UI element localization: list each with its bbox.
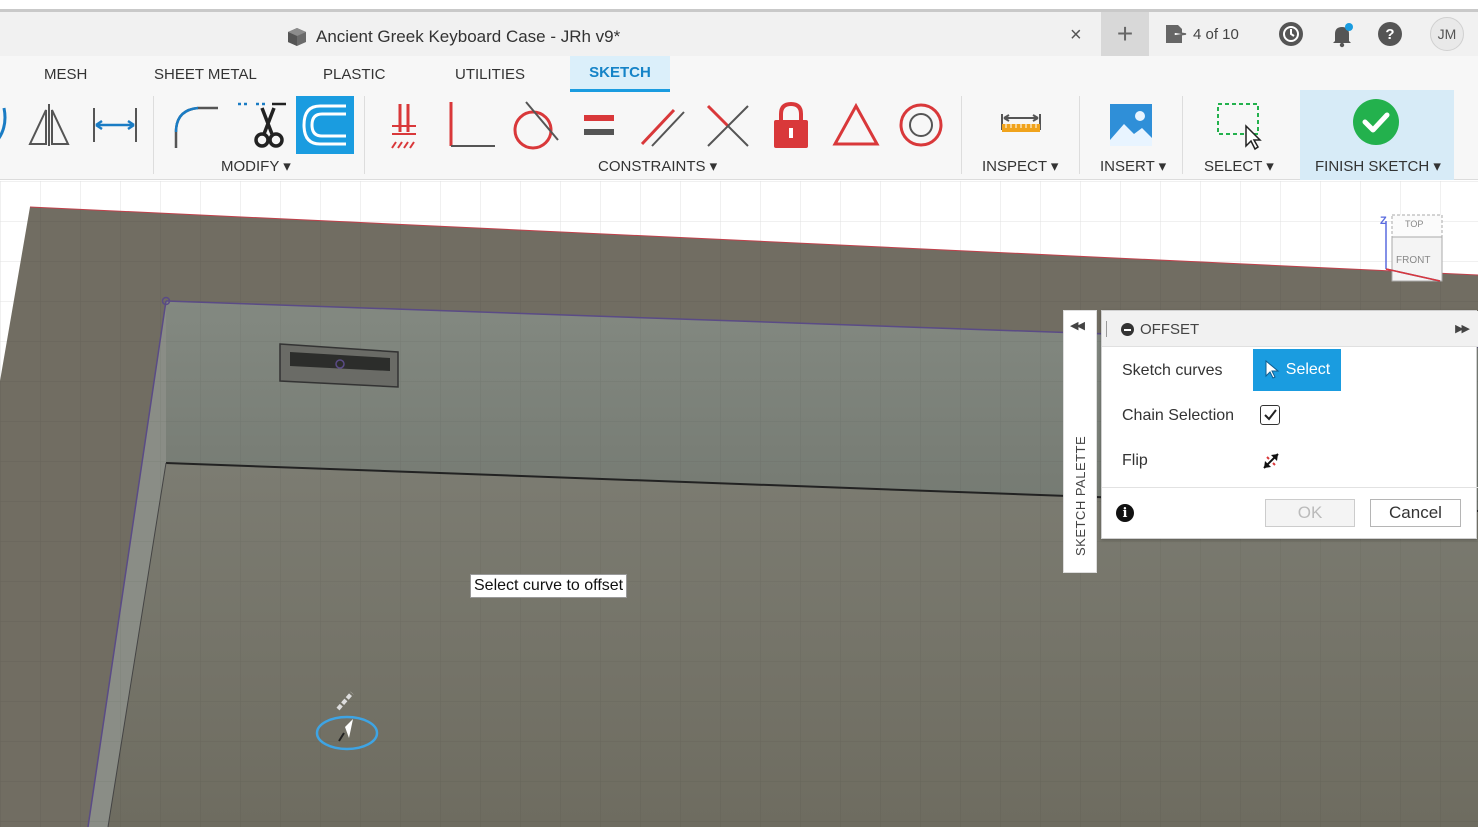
chain-selection-checkbox[interactable] xyxy=(1260,405,1280,425)
sketch-palette-label: SKETCH PALETTE xyxy=(1073,435,1088,556)
expand-dialog-icon[interactable]: ▶▶ xyxy=(1455,322,1470,335)
info-icon[interactable]: i xyxy=(1116,504,1134,522)
notifications-icon[interactable] xyxy=(1329,22,1355,48)
parallel-constraint-icon[interactable] xyxy=(634,96,692,154)
document-tab[interactable]: Ancient Greek Keyboard Case - JRh v9* xyxy=(286,26,620,48)
collapse-dialog-icon[interactable] xyxy=(1121,323,1134,336)
close-tab-button[interactable]: × xyxy=(1070,24,1082,47)
viewcube-top-face[interactable]: TOP xyxy=(1405,219,1423,229)
finish-checkmark-icon[interactable] xyxy=(1352,98,1400,146)
tab-sketch[interactable]: SKETCH xyxy=(570,56,670,92)
insert-group-label[interactable]: INSERT ▾ xyxy=(1100,157,1166,175)
constraints-group-label[interactable]: CONSTRAINTS ▾ xyxy=(598,157,717,175)
viewcube-z-axis: Z xyxy=(1380,215,1387,227)
concentric-constraint-icon[interactable] xyxy=(892,96,950,154)
triangle-constraint-icon[interactable] xyxy=(827,96,885,154)
collinear-constraint-icon[interactable] xyxy=(698,96,756,154)
tooltip-select-curve: Select curve to offset xyxy=(470,574,628,598)
view-cube[interactable]: Z TOP FRONT xyxy=(1378,213,1448,283)
cancel-button[interactable]: Cancel xyxy=(1370,499,1461,527)
dimension-tool-icon[interactable] xyxy=(86,96,144,154)
perpendicular-constraint-icon[interactable] xyxy=(441,96,499,154)
select-window-icon[interactable] xyxy=(1210,96,1268,154)
toolbar-ribbon: MESH SHEET METAL PLASTIC UTILITIES SKETC… xyxy=(0,56,1478,180)
document-title: Ancient Greek Keyboard Case - JRh v9* xyxy=(316,27,621,46)
collapse-palette-icon[interactable]: ◀◀ xyxy=(1070,319,1085,332)
sketch-curves-label: Sketch curves xyxy=(1122,362,1223,379)
fillet-tool-icon[interactable] xyxy=(166,96,224,154)
measure-ruler-icon[interactable] xyxy=(992,96,1050,154)
checkmark-icon xyxy=(1264,409,1277,421)
fix-lock-icon[interactable] xyxy=(762,96,820,154)
mirror-tool-icon[interactable] xyxy=(20,96,78,154)
finish-sketch-panel[interactable]: FINISH SKETCH ▾ xyxy=(1300,90,1454,180)
modify-group-label[interactable]: MODIFY ▾ xyxy=(221,157,291,175)
document-cube-icon xyxy=(288,28,306,46)
drag-handle-icon[interactable] xyxy=(1106,321,1108,337)
select-button-label: Select xyxy=(1285,361,1331,378)
select-group-label[interactable]: SELECT ▾ xyxy=(1204,157,1274,175)
tab-utilities[interactable]: UTILITIES xyxy=(455,66,525,83)
tab-mesh[interactable]: MESH xyxy=(44,66,87,83)
top-strip xyxy=(0,0,1478,12)
job-status-icon xyxy=(1166,25,1187,43)
dialog-title: OFFSET xyxy=(1140,321,1200,338)
user-avatar[interactable]: JM xyxy=(1430,17,1464,51)
offset-dialog: OFFSET ▶▶ Sketch curves Select Chain Sel… xyxy=(1101,310,1478,539)
flip-label: Flip xyxy=(1122,452,1148,469)
trim-scissors-icon[interactable] xyxy=(232,96,290,154)
help-icon[interactable]: ? xyxy=(1378,22,1402,46)
cursor-arrow-icon xyxy=(1265,360,1280,379)
offset-tool-icon[interactable] xyxy=(296,96,354,154)
tangent-constraint-icon[interactable] xyxy=(504,96,562,154)
job-status-text: 4 of 10 xyxy=(1193,25,1239,43)
horizontal-vertical-constraint-icon[interactable] xyxy=(376,96,434,154)
inspect-group-label[interactable]: INSPECT ▾ xyxy=(982,157,1058,175)
viewcube-front-face[interactable]: FRONT xyxy=(1396,255,1430,266)
wall-cutout[interactable] xyxy=(279,343,399,388)
ok-button[interactable]: OK xyxy=(1265,499,1355,527)
clock-icon[interactable] xyxy=(1279,22,1303,46)
tab-sheet-metal[interactable]: SHEET METAL xyxy=(154,66,257,83)
flip-arrows-icon[interactable] xyxy=(1260,450,1282,472)
title-bar: Ancient Greek Keyboard Case - JRh v9* × … xyxy=(0,12,1478,56)
finish-sketch-label[interactable]: FINISH SKETCH ▾ xyxy=(1315,157,1441,175)
sketch-palette-handle[interactable]: ◀◀ SKETCH PALETTE xyxy=(1063,310,1097,573)
new-tab-button[interactable]: + xyxy=(1101,12,1149,56)
dialog-header[interactable]: OFFSET ▶▶ xyxy=(1102,311,1478,347)
insert-image-icon[interactable] xyxy=(1102,96,1160,154)
chain-selection-label: Chain Selection xyxy=(1122,407,1235,424)
equal-constraint-icon[interactable] xyxy=(570,96,628,154)
tab-plastic[interactable]: PLASTIC xyxy=(323,66,386,83)
job-status[interactable]: 4 of 10 xyxy=(1164,23,1239,45)
select-curves-button[interactable]: Select xyxy=(1253,349,1341,391)
